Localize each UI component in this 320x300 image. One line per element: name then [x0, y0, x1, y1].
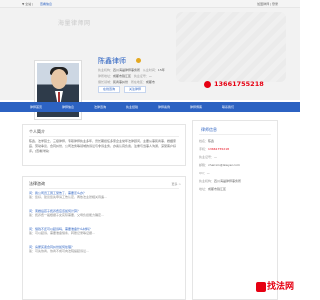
location: ▼ 全站 | — [22, 2, 34, 6]
consult-item[interactable]: 问：离婚后孩子抚养费应该如何计算？ 答：抚养费一般根据子女实际需要、父母负担能力… — [29, 209, 179, 217]
side-row: 手机：13661755218 — [199, 147, 230, 151]
watermark: 海量律师网 — [58, 20, 91, 27]
consult-item[interactable]: 问：借钱不还可以起诉吗，需要准备什么材料？ 答：可以起诉，需要准备借条、转账记录… — [29, 227, 179, 235]
consult-more-link[interactable]: 更多 > — [172, 182, 181, 186]
phone-number[interactable]: 13661755218 — [214, 80, 264, 88]
intro-card: 个人简介 陈鑫，法学硕士，三级律师，专职律师执业多年，曾长期担任多家企业常年法律… — [22, 124, 186, 166]
verified-badge — [136, 58, 141, 63]
side-row: 地址：成都市锦江区 — [199, 187, 227, 191]
side-row: 执业机构：四川海晟律师事务所 — [199, 179, 242, 183]
nav-cases[interactable]: 律师案例 — [158, 105, 170, 109]
side-row: 执业证号：— — [199, 155, 218, 159]
side-row: 邮箱：chenxin@lawyer.com — [199, 163, 240, 167]
consult-button[interactable]: 在线咨询 — [98, 86, 120, 93]
consult-item[interactable]: 问：房屋买卖合同纠纷如何处理？ 答：可先协商，协商不成可向法院提起诉讼... — [29, 245, 179, 253]
nav-home[interactable]: 律师首页 — [30, 105, 42, 109]
brand-stamp: 找法网 — [255, 279, 294, 292]
top-right-links[interactable]: 加盟律师 | 登录 — [257, 2, 278, 6]
side-title: 律师信息 — [201, 127, 217, 132]
stamp-icon — [255, 281, 266, 292]
nav-consult[interactable]: 法律咨询 — [94, 105, 106, 109]
intro-title: 个人简介 — [29, 129, 45, 134]
side-row: 姓名：陈鑫 — [199, 139, 215, 143]
follow-button[interactable]: 关注律师 — [124, 86, 146, 93]
consult-item[interactable]: 问：我公司员工因工受伤了，需要怎么办？ 答：您好，建议您先申请工伤认定，再依法主… — [29, 191, 179, 199]
stamp-text: 找法网 — [266, 282, 294, 292]
lawyer-name: 陈鑫律师 — [98, 57, 126, 65]
lawyer-info-row-3: 擅长领域：民商事纠纷 所在地区：成都市 — [98, 80, 155, 84]
top-bar: ▼ 全站 | 查看信息 加盟律师 | 登录 — [0, 0, 300, 8]
nav-contact[interactable]: 联系我们 — [222, 105, 234, 109]
side-row: QQ：— — [199, 171, 210, 175]
intro-text: 陈鑫，法学硕士，三级律师，专职律师执业多年，曾长期担任多家企业常年法律顾问，主要… — [29, 139, 177, 153]
nav-info[interactable]: 律师信息 — [62, 105, 74, 109]
nav-experience[interactable]: 执业经验 — [126, 105, 138, 109]
lawyer-info-row-1: 执业机构：四川海晟律师事务所 从业时间：15年 — [98, 68, 165, 72]
consult-title: 法律咨询 — [29, 181, 45, 186]
phone-icon — [204, 81, 211, 88]
nav-blog[interactable]: 律师博客 — [190, 105, 202, 109]
main-nav: 律师首页 律师信息 法律咨询 执业经验 律师案例 律师博客 联系我们 — [0, 102, 300, 112]
lawyer-info-card: 律师信息 姓名：陈鑫 手机：13661755218 执业证号：— 邮箱：chen… — [192, 120, 278, 300]
location-link[interactable]: 查看信息 — [40, 2, 52, 6]
lawyer-info-row-2: 律所地址：成都市锦江区 执业证号：— — [98, 74, 152, 78]
consult-card: 法律咨询 更多 > 问：我公司员工因工受伤了，需要怎么办？ 答：您好，建议您先申… — [22, 176, 186, 300]
decorative-graphic — [176, 12, 286, 82]
